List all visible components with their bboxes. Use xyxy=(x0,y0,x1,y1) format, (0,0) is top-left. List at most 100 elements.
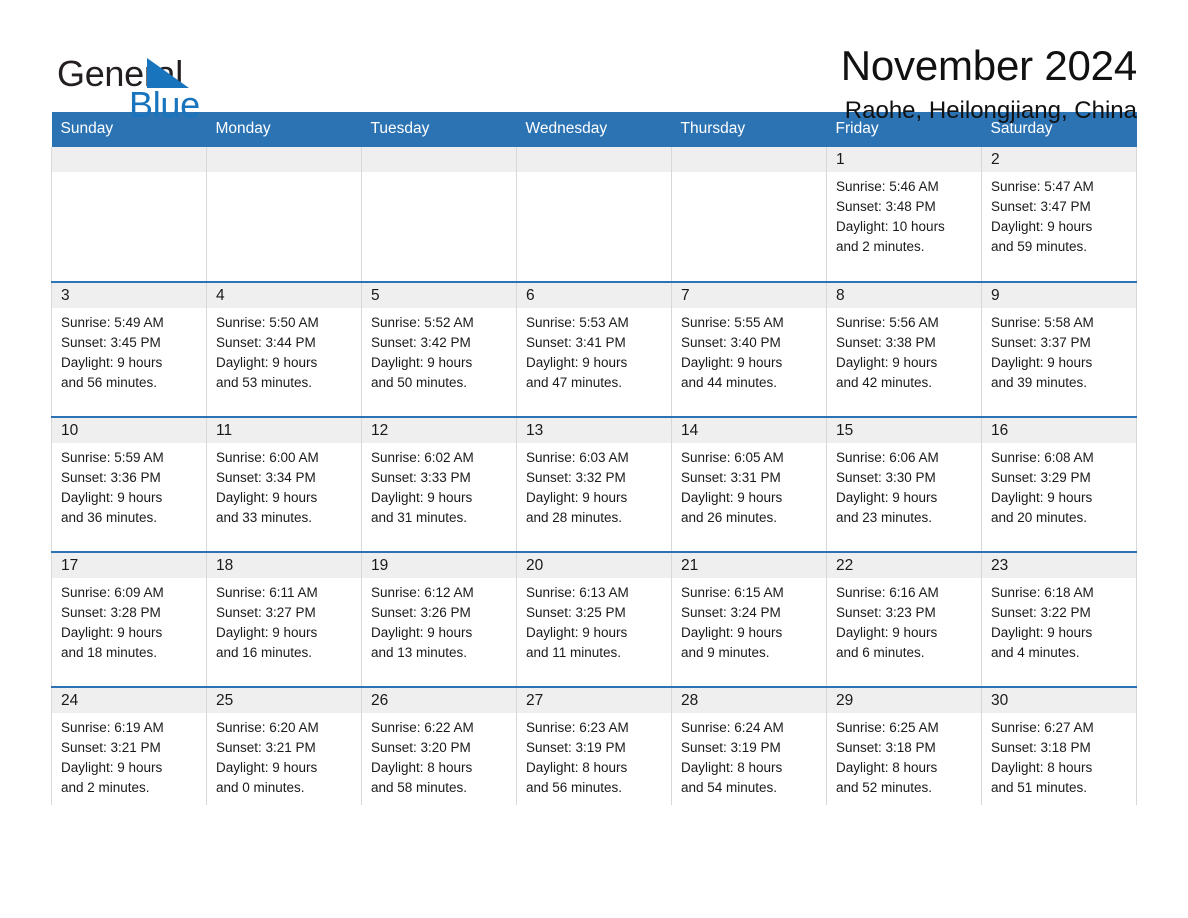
day-details: Sunrise: 6:20 AM Sunset: 3:21 PM Daylight:… xyxy=(207,713,361,797)
day-number xyxy=(517,147,671,172)
daylight-text-line1: Daylight: 8 hours xyxy=(681,759,783,775)
sunset-text: Sunset: 3:32 PM xyxy=(526,469,626,485)
day-number: 10 xyxy=(52,418,206,443)
calendar-day-cell[interactable]: 3 Sunrise: 5:49 AM Sunset: 3:45 PM Daylight… xyxy=(51,281,207,417)
calendar-day-cell[interactable]: 30 Sunrise: 6:27 AM Sunset: 3:18 PM Dayligh… xyxy=(981,686,1137,805)
sunset-text: Sunset: 3:48 PM xyxy=(836,198,936,214)
weekday-header-monday: Monday xyxy=(206,112,362,147)
calendar-day-cell[interactable]: 16 Sunrise: 6:08 AM Sunset: 3:29 PM Dayligh… xyxy=(981,416,1137,552)
calendar-page: General Blue November 2024 Raohe, Heilon… xyxy=(0,0,1188,918)
sunset-text: Sunset: 3:36 PM xyxy=(61,469,161,485)
logo-word-blue: Blue xyxy=(129,84,200,125)
day-details: Sunrise: 6:11 AM Sunset: 3:27 PM Daylight:… xyxy=(207,578,361,662)
daylight-text-line1: Daylight: 9 hours xyxy=(526,354,628,370)
calendar-day-cell[interactable]: 11 Sunrise: 6:00 AM Sunset: 3:34 PM Dayligh… xyxy=(206,416,362,552)
calendar-day-cell[interactable]: 7 Sunrise: 5:55 AM Sunset: 3:40 PM Daylight… xyxy=(671,281,827,417)
calendar-day-cell-empty xyxy=(361,147,517,282)
day-details: Sunrise: 5:46 AM Sunset: 3:48 PM Daylight:… xyxy=(827,172,981,256)
sunset-text: Sunset: 3:18 PM xyxy=(836,739,936,755)
sunrise-text: Sunrise: 6:00 AM xyxy=(216,450,319,465)
day-details: Sunrise: 5:56 AM Sunset: 3:38 PM Daylight:… xyxy=(827,308,981,392)
calendar-day-cell[interactable]: 24 Sunrise: 6:19 AM Sunset: 3:21 PM Dayligh… xyxy=(51,686,207,805)
daylight-text-line1: Daylight: 9 hours xyxy=(681,489,783,505)
day-number: 18 xyxy=(207,553,361,578)
daylight-text-line1: Daylight: 9 hours xyxy=(371,624,473,640)
day-number: 2 xyxy=(982,147,1136,172)
day-details: Sunrise: 6:00 AM Sunset: 3:34 PM Daylight:… xyxy=(207,443,361,527)
calendar-day-cell[interactable]: 8 Sunrise: 5:56 AM Sunset: 3:38 PM Daylight… xyxy=(826,281,982,417)
daylight-text-line1: Daylight: 8 hours xyxy=(991,759,1093,775)
calendar-day-cell[interactable]: 28 Sunrise: 6:24 AM Sunset: 3:19 PM Dayligh… xyxy=(671,686,827,805)
sunset-text: Sunset: 3:27 PM xyxy=(216,604,316,620)
calendar-day-cell[interactable]: 29 Sunrise: 6:25 AM Sunset: 3:18 PM Dayligh… xyxy=(826,686,982,805)
day-details: Sunrise: 6:18 AM Sunset: 3:22 PM Daylight:… xyxy=(982,578,1136,662)
calendar-day-cell[interactable]: 5 Sunrise: 5:52 AM Sunset: 3:42 PM Daylight… xyxy=(361,281,517,417)
calendar-day-cell[interactable]: 6 Sunrise: 5:53 AM Sunset: 3:41 PM Daylight… xyxy=(516,281,672,417)
calendar-day-cell[interactable]: 26 Sunrise: 6:22 AM Sunset: 3:20 PM Dayligh… xyxy=(361,686,517,805)
calendar-day-cell[interactable]: 10 Sunrise: 5:59 AM Sunset: 3:36 PM Dayligh… xyxy=(51,416,207,552)
sunrise-text: Sunrise: 6:12 AM xyxy=(371,585,474,600)
daylight-text-line2: and 23 minutes. xyxy=(836,509,933,525)
daylight-text-line1: Daylight: 9 hours xyxy=(526,489,628,505)
day-number xyxy=(207,147,361,172)
day-details: Sunrise: 6:24 AM Sunset: 3:19 PM Daylight:… xyxy=(672,713,826,797)
day-details: Sunrise: 6:15 AM Sunset: 3:24 PM Daylight:… xyxy=(672,578,826,662)
daylight-text-line1: Daylight: 9 hours xyxy=(991,354,1093,370)
daylight-text-line1: Daylight: 9 hours xyxy=(216,759,318,775)
calendar-day-cell[interactable]: 9 Sunrise: 5:58 AM Sunset: 3:37 PM Daylight… xyxy=(981,281,1137,417)
daylight-text-line1: Daylight: 9 hours xyxy=(61,354,163,370)
sunrise-text: Sunrise: 5:47 AM xyxy=(991,179,1094,194)
sunset-text: Sunset: 3:44 PM xyxy=(216,334,316,350)
sunrise-text: Sunrise: 6:05 AM xyxy=(681,450,784,465)
daylight-text-line2: and 44 minutes. xyxy=(681,374,778,390)
calendar-day-cell[interactable]: 23 Sunrise: 6:18 AM Sunset: 3:22 PM Dayligh… xyxy=(981,551,1137,687)
calendar-day-cell[interactable]: 25 Sunrise: 6:20 AM Sunset: 3:21 PM Dayligh… xyxy=(206,686,362,805)
calendar-day-cell-empty xyxy=(516,147,672,282)
sunrise-text: Sunrise: 6:23 AM xyxy=(526,720,629,735)
calendar-day-cell-empty xyxy=(671,147,827,282)
calendar-day-cell[interactable]: 2 Sunrise: 5:47 AM Sunset: 3:47 PM Daylight… xyxy=(981,147,1137,282)
sunrise-text: Sunrise: 5:58 AM xyxy=(991,315,1094,330)
day-number: 4 xyxy=(207,283,361,308)
daylight-text-line1: Daylight: 9 hours xyxy=(836,489,938,505)
daylight-text-line1: Daylight: 10 hours xyxy=(836,218,945,234)
daylight-text-line1: Daylight: 9 hours xyxy=(371,354,473,370)
sunrise-text: Sunrise: 5:56 AM xyxy=(836,315,939,330)
calendar-day-cell[interactable]: 27 Sunrise: 6:23 AM Sunset: 3:19 PM Dayligh… xyxy=(516,686,672,805)
day-details: Sunrise: 5:59 AM Sunset: 3:36 PM Daylight:… xyxy=(52,443,206,527)
calendar-day-cell[interactable]: 19 Sunrise: 6:12 AM Sunset: 3:26 PM Dayligh… xyxy=(361,551,517,687)
sunset-text: Sunset: 3:19 PM xyxy=(681,739,781,755)
day-details: Sunrise: 6:05 AM Sunset: 3:31 PM Daylight:… xyxy=(672,443,826,527)
calendar-day-cell[interactable]: 15 Sunrise: 6:06 AM Sunset: 3:30 PM Dayligh… xyxy=(826,416,982,552)
day-number: 24 xyxy=(52,688,206,713)
calendar-day-cell[interactable]: 20 Sunrise: 6:13 AM Sunset: 3:25 PM Dayligh… xyxy=(516,551,672,687)
calendar-day-cell[interactable]: 17 Sunrise: 6:09 AM Sunset: 3:28 PM Dayligh… xyxy=(51,551,207,687)
sunset-text: Sunset: 3:21 PM xyxy=(216,739,316,755)
sunrise-text: Sunrise: 5:50 AM xyxy=(216,315,319,330)
daylight-text-line2: and 36 minutes. xyxy=(61,509,158,525)
daylight-text-line2: and 4 minutes. xyxy=(991,644,1080,660)
calendar-day-cell[interactable]: 18 Sunrise: 6:11 AM Sunset: 3:27 PM Dayligh… xyxy=(206,551,362,687)
sunset-text: Sunset: 3:26 PM xyxy=(371,604,471,620)
calendar-day-cell[interactable]: 1 Sunrise: 5:46 AM Sunset: 3:48 PM Daylight… xyxy=(826,147,982,282)
day-details: Sunrise: 6:27 AM Sunset: 3:18 PM Daylight:… xyxy=(982,713,1136,797)
day-number: 16 xyxy=(982,418,1136,443)
daylight-text-line1: Daylight: 9 hours xyxy=(61,624,163,640)
general-blue-logo: General Blue xyxy=(51,44,251,123)
day-number: 20 xyxy=(517,553,671,578)
calendar-day-cell[interactable]: 13 Sunrise: 6:03 AM Sunset: 3:32 PM Dayligh… xyxy=(516,416,672,552)
sunrise-sunset-calendar: Sunday Monday Tuesday Wednesday Thursday… xyxy=(51,112,1137,805)
calendar-day-cell[interactable]: 14 Sunrise: 6:05 AM Sunset: 3:31 PM Dayligh… xyxy=(671,416,827,552)
daylight-text-line2: and 28 minutes. xyxy=(526,509,623,525)
calendar-day-cell[interactable]: 22 Sunrise: 6:16 AM Sunset: 3:23 PM Dayligh… xyxy=(826,551,982,687)
calendar-day-cell[interactable]: 12 Sunrise: 6:02 AM Sunset: 3:33 PM Dayligh… xyxy=(361,416,517,552)
daylight-text-line1: Daylight: 8 hours xyxy=(526,759,628,775)
daylight-text-line2: and 26 minutes. xyxy=(681,509,778,525)
calendar-day-cell[interactable]: 21 Sunrise: 6:15 AM Sunset: 3:24 PM Dayligh… xyxy=(671,551,827,687)
daylight-text-line2: and 52 minutes. xyxy=(836,779,933,795)
sunrise-text: Sunrise: 5:53 AM xyxy=(526,315,629,330)
sunset-text: Sunset: 3:38 PM xyxy=(836,334,936,350)
daylight-text-line1: Daylight: 9 hours xyxy=(61,489,163,505)
sunrise-text: Sunrise: 5:52 AM xyxy=(371,315,474,330)
calendar-day-cell[interactable]: 4 Sunrise: 5:50 AM Sunset: 3:44 PM Daylight… xyxy=(206,281,362,417)
